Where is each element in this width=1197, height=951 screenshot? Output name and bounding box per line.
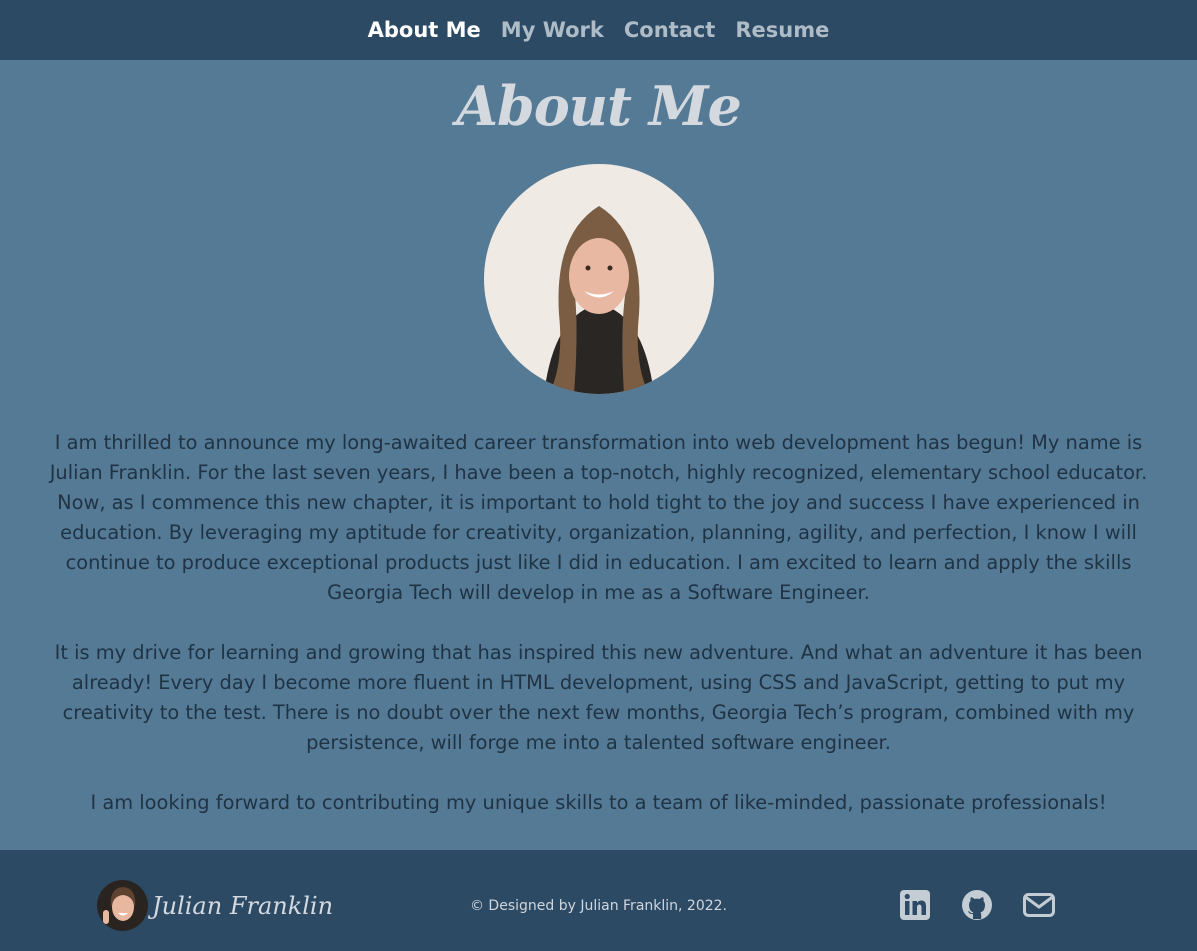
bio-text: I am thrilled to announce my long-awaite… bbox=[39, 428, 1159, 818]
footer-brand: Julian Franklin bbox=[97, 880, 333, 931]
profile-photo bbox=[483, 164, 714, 394]
nav-link-resume[interactable]: Resume bbox=[735, 18, 829, 42]
page-title: About Me bbox=[456, 74, 742, 138]
social-links bbox=[898, 888, 1056, 922]
nav-link-about-me[interactable]: About Me bbox=[368, 18, 481, 42]
bio-paragraph-2: It is my drive for learning and growing … bbox=[54, 641, 1143, 754]
bio-paragraph-3: I am looking forward to contributing my … bbox=[90, 791, 1107, 814]
avatar bbox=[97, 880, 148, 931]
github-icon[interactable] bbox=[960, 888, 994, 922]
bio-paragraph-1: I am thrilled to announce my long-awaite… bbox=[49, 431, 1148, 604]
linkedin-icon[interactable] bbox=[898, 888, 932, 922]
envelope-icon[interactable] bbox=[1022, 888, 1056, 922]
site-footer: Julian Franklin © Designed by Julian Fra… bbox=[0, 850, 1197, 951]
brand-name: Julian Franklin bbox=[152, 891, 334, 920]
nav-link-contact[interactable]: Contact bbox=[624, 18, 716, 42]
nav-link-my-work[interactable]: My Work bbox=[501, 18, 604, 42]
top-nav: About Me My Work Contact Resume bbox=[0, 0, 1197, 60]
about-section: About Me I am thrilled to announce my lo… bbox=[0, 60, 1197, 850]
